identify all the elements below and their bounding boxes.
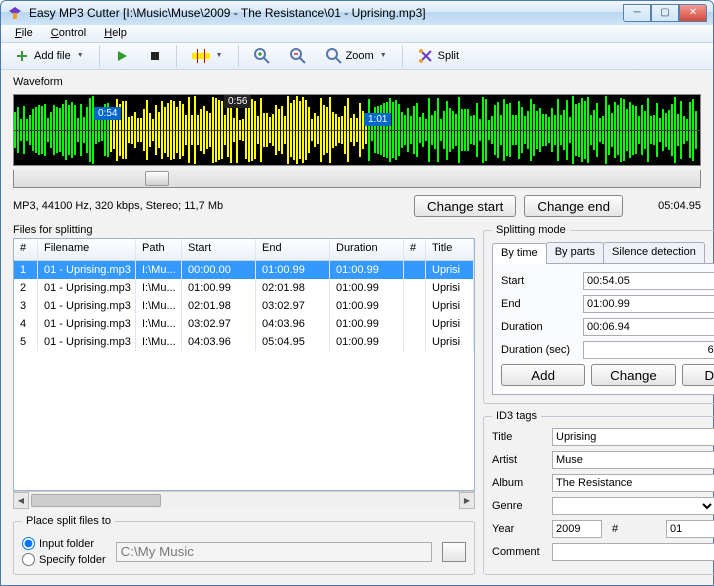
menu-control[interactable]: Control xyxy=(43,25,94,41)
table-row[interactable]: 301 - Uprising.mp3I:\Mu...02:01.9803:02.… xyxy=(14,297,474,315)
menu-file[interactable]: File xyxy=(7,25,41,41)
selection-start-marker[interactable]: 0:54 xyxy=(94,107,121,120)
change-end-button[interactable]: Change end xyxy=(524,195,623,217)
split-button[interactable]: Split xyxy=(411,44,466,68)
table-row[interactable]: 101 - Uprising.mp3I:\Mu...00:00.0001:00.… xyxy=(14,261,474,279)
id3-track-input[interactable] xyxy=(666,520,714,538)
col-path[interactable]: Path xyxy=(136,239,182,260)
stop-icon xyxy=(149,50,161,62)
tab-by-parts[interactable]: By parts xyxy=(546,242,604,263)
dropdown-arrow-icon: ▼ xyxy=(77,52,84,59)
col-end[interactable]: End xyxy=(256,239,330,260)
col-filename[interactable]: Filename xyxy=(38,239,136,260)
browse-button[interactable] xyxy=(442,542,466,562)
col-num2[interactable]: # xyxy=(404,239,426,260)
play-button[interactable] xyxy=(108,44,136,68)
files-label: Files for splitting xyxy=(13,224,475,236)
zoom-button[interactable]: Zoom▼ xyxy=(319,44,394,68)
zoom-out-button[interactable] xyxy=(283,44,313,68)
zoom-out-icon xyxy=(290,48,306,64)
file-info: MP3, 44100 Hz, 320 kbps, Stereo; 11,7 Mb xyxy=(13,200,406,212)
add-file-button[interactable]: Add file ▼ xyxy=(7,44,91,68)
zoom-icon xyxy=(326,48,342,64)
app-icon xyxy=(7,5,23,21)
hscroll-thumb[interactable] xyxy=(31,494,161,507)
minimize-button[interactable]: ─ xyxy=(623,4,651,22)
end-input[interactable] xyxy=(583,295,714,313)
id3-legend: ID3 tags xyxy=(492,410,541,422)
selection-button[interactable]: ▼ xyxy=(185,44,230,68)
col-title[interactable]: Title xyxy=(426,239,474,260)
add-button[interactable]: Add xyxy=(501,364,585,386)
duration-input[interactable] xyxy=(583,318,714,336)
start-input[interactable] xyxy=(583,272,714,290)
close-button[interactable]: ✕ xyxy=(679,4,707,22)
id3-artist-input[interactable] xyxy=(552,451,714,469)
menu-help[interactable]: Help xyxy=(96,25,135,41)
col-num[interactable]: # xyxy=(14,239,38,260)
waveform-label: Waveform xyxy=(13,76,701,88)
scroll-right-arrow[interactable]: ▶ xyxy=(459,492,475,509)
id3-title-input[interactable] xyxy=(552,428,714,446)
change-button[interactable]: Change xyxy=(591,364,675,386)
output-path-input xyxy=(116,542,432,562)
scissors-icon xyxy=(418,48,434,64)
duration-sec-input[interactable] xyxy=(583,341,714,359)
menubar: File Control Help xyxy=(1,25,713,43)
table-row[interactable]: 401 - Uprising.mp3I:\Mu...03:02.9704:03.… xyxy=(14,315,474,333)
zoom-in-icon xyxy=(254,48,270,64)
waveform-scrollbar[interactable] xyxy=(13,170,701,188)
table-hscrollbar[interactable]: ◀ ▶ xyxy=(13,491,475,509)
scroll-left-arrow[interactable]: ◀ xyxy=(13,492,29,509)
scrollbar-thumb[interactable] xyxy=(145,171,169,186)
splitmode-legend: Splitting mode xyxy=(492,224,570,236)
total-time: 05:04.95 xyxy=(631,200,701,212)
table-row[interactable]: 201 - Uprising.mp3I:\Mu...01:00.9902:01.… xyxy=(14,279,474,297)
waveform-display[interactable]: 0:54 0:56 1:01 xyxy=(13,94,701,166)
delete-button[interactable]: Delete xyxy=(682,364,714,386)
toolbar: Add file ▼ ▼ Zoom▼ Split xyxy=(1,43,713,70)
tab-by-time[interactable]: By time xyxy=(492,243,547,264)
waveform-selection-icon xyxy=(192,49,210,63)
col-duration[interactable]: Duration xyxy=(330,239,404,260)
id3-year-input[interactable] xyxy=(552,520,602,538)
specify-folder-radio[interactable]: Specify folder xyxy=(22,553,106,566)
stop-button[interactable] xyxy=(142,44,168,68)
zoom-in-button[interactable] xyxy=(247,44,277,68)
files-table: # Filename Path Start End Duration # Tit… xyxy=(13,238,475,491)
window-title: Easy MP3 Cutter [I:\Music\Muse\2009 - Th… xyxy=(29,6,623,20)
table-row[interactable]: 501 - Uprising.mp3I:\Mu...04:03.9605:04.… xyxy=(14,333,474,351)
change-start-button[interactable]: Change start xyxy=(414,195,516,217)
id3-genre-select[interactable] xyxy=(552,497,714,515)
id3-album-input[interactable] xyxy=(552,474,714,492)
playhead-marker[interactable]: 0:56 xyxy=(224,95,251,108)
id3-comment-input[interactable] xyxy=(552,543,714,561)
table-header: # Filename Path Start End Duration # Tit… xyxy=(14,239,474,261)
selection-end-marker[interactable]: 1:01 xyxy=(364,113,391,126)
play-icon xyxy=(115,49,129,63)
maximize-button[interactable]: ▢ xyxy=(651,4,679,22)
input-folder-radio[interactable]: Input folder xyxy=(22,537,106,550)
tab-silence[interactable]: Silence detection xyxy=(603,242,705,263)
place-legend: Place split files to xyxy=(22,515,115,527)
titlebar[interactable]: Easy MP3 Cutter [I:\Music\Muse\2009 - Th… xyxy=(1,1,713,25)
col-start[interactable]: Start xyxy=(182,239,256,260)
plus-icon xyxy=(14,48,30,64)
